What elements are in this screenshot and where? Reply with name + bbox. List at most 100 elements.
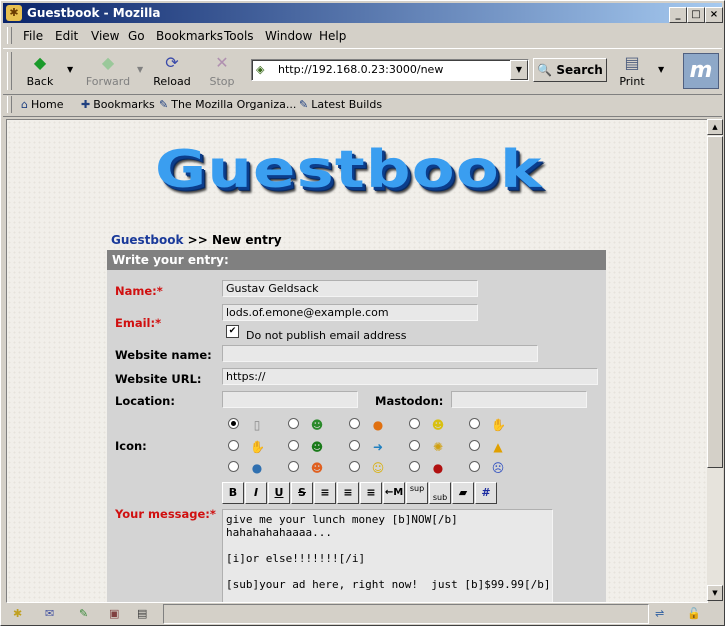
red-ball-icon: ●	[432, 461, 444, 475]
bookmark-latest-builds[interactable]: ✎ Latest Builds	[299, 98, 382, 111]
website-url-input[interactable]	[222, 368, 598, 385]
icon-radio-warning[interactable]	[469, 440, 480, 451]
scroll-thumb[interactable]	[707, 136, 723, 468]
url-bar[interactable]: ◈ ▼	[251, 59, 529, 81]
icon-radio-surprised[interactable]	[349, 418, 360, 429]
location-label: Location:	[115, 394, 175, 408]
stop-button[interactable]: ✕ Stop	[199, 51, 245, 91]
icon-radio-angry[interactable]	[288, 440, 299, 451]
mastodon-input[interactable]	[451, 391, 587, 408]
hash-button[interactable]: #	[475, 482, 497, 504]
align-left-icon: ≡	[320, 486, 330, 499]
menu-view[interactable]: View	[91, 29, 119, 43]
menu-edit[interactable]: Edit	[55, 29, 78, 43]
reload-button[interactable]: ⟳ Reload	[149, 51, 195, 91]
breadcrumb-guestbook-link[interactable]: Guestbook	[111, 233, 183, 247]
location-input[interactable]	[222, 391, 358, 408]
subscript-button[interactable]: sub	[429, 482, 451, 504]
superscript-button[interactable]: sup	[406, 482, 428, 504]
scroll-down-icon[interactable]: ▼	[707, 585, 723, 601]
menu-tools[interactable]: Tools	[224, 29, 254, 43]
menu-help[interactable]: Help	[319, 29, 346, 43]
menu-go[interactable]: Go	[128, 29, 145, 43]
bold-button[interactable]: B	[222, 482, 244, 504]
forward-dropdown-icon[interactable]: ▼	[137, 65, 143, 74]
navigation-toolbar: ◆ Back ▼ ◆ Forward ▼ ⟳ Reload ✕ Stop ◈ ▼…	[3, 48, 722, 95]
mozilla-throbber-logo[interactable]: m	[683, 53, 719, 89]
save-button[interactable]: ▰	[452, 482, 474, 504]
close-button[interactable]: ×	[705, 7, 723, 23]
mail-icon[interactable]: ✉	[45, 607, 54, 620]
online-plug-icon[interactable]: ⇌	[655, 607, 664, 620]
menu-window[interactable]: Window	[265, 29, 312, 43]
print-button[interactable]: ▤ Print	[609, 51, 655, 91]
strike-button[interactable]: S	[291, 482, 313, 504]
search-icon: 🔍	[537, 63, 553, 77]
bookmark-home[interactable]: ⌂ Home	[21, 98, 63, 111]
menu-bookmarks[interactable]: Bookmarks	[156, 29, 223, 43]
chat-icon[interactable]: ▣	[109, 607, 119, 620]
italic-button[interactable]: I	[245, 482, 267, 504]
blank-page-icon: ▯	[253, 418, 261, 432]
page-content: Guestbook Guestbook >> New entry Write y…	[6, 119, 708, 603]
icon-radio-sad[interactable]	[469, 461, 480, 472]
bookmarks-icon: ✚	[81, 98, 91, 111]
lightbulb-icon: ✺	[432, 440, 444, 454]
margin-button[interactable]: ←M	[383, 482, 405, 504]
bookmark-bookmarks[interactable]: ✚ Bookmarks	[81, 98, 155, 111]
forward-button[interactable]: ◆ Forward	[83, 51, 133, 91]
icon-radio-idea[interactable]	[409, 440, 420, 451]
name-input[interactable]	[222, 280, 478, 297]
message-label: Your message:*	[115, 507, 216, 521]
url-input[interactable]	[276, 62, 510, 77]
security-lock-icon[interactable]: 🔓	[687, 607, 701, 620]
icon-radio-question[interactable]	[228, 461, 239, 472]
menu-bar: File Edit View Go Bookmarks Tools Window…	[3, 26, 722, 46]
hide-email-checkbox[interactable]: ✔	[226, 325, 239, 338]
align-center-button[interactable]: ≡	[337, 482, 359, 504]
align-left-button[interactable]: ≡	[314, 482, 336, 504]
icon-radio-none[interactable]	[228, 418, 239, 429]
surprised-face-icon: ●	[372, 418, 384, 432]
stop-icon: ✕	[215, 53, 229, 72]
grin-face-icon: ☻	[310, 418, 324, 432]
icon-radio-grin[interactable]	[288, 418, 299, 429]
icon-radio-arrow[interactable]	[349, 440, 360, 451]
guestbook-logo: Guestbook	[155, 140, 543, 200]
url-dropdown-icon[interactable]: ▼	[510, 60, 528, 80]
print-dropdown-icon[interactable]: ▼	[658, 65, 664, 74]
website-name-input[interactable]	[222, 345, 538, 362]
email-input[interactable]	[222, 304, 478, 321]
message-textarea[interactable]: give me your lunch money [b]NOW[/b] haha…	[222, 509, 553, 602]
bookmark-mozilla-org[interactable]: ✎ The Mozilla Organiza...	[159, 98, 296, 111]
icon-radio-thumbs-down[interactable]	[469, 418, 480, 429]
icon-radio-red-ball[interactable]	[409, 461, 420, 472]
address-book-icon[interactable]: ▤	[137, 607, 147, 620]
right-arrow-icon: ➜	[372, 440, 384, 454]
website-name-label: Website name:	[115, 348, 212, 362]
underline-button[interactable]: U	[268, 482, 290, 504]
sad-face-icon: ☹	[491, 461, 505, 475]
icon-radio-mad[interactable]	[288, 461, 299, 472]
breadcrumb: Guestbook >> New entry	[111, 233, 282, 247]
back-button[interactable]: ◆ Back	[17, 51, 63, 91]
icon-radio-wink[interactable]	[409, 418, 420, 429]
icon-radio-smile[interactable]	[349, 461, 360, 472]
align-right-button[interactable]: ≡	[360, 482, 382, 504]
maximize-button[interactable]: □	[687, 7, 705, 23]
scroll-up-icon[interactable]: ▲	[707, 119, 723, 135]
minimize-button[interactable]: _	[669, 7, 687, 23]
vertical-scrollbar[interactable]: ▲ ▼	[707, 119, 723, 601]
composer-icon[interactable]: ✎	[79, 607, 88, 620]
search-button[interactable]: 🔍 Search	[533, 58, 607, 82]
icon-radio-thumbs-up[interactable]	[228, 440, 239, 451]
window-title: Guestbook - Mozilla	[27, 6, 161, 20]
back-dropdown-icon[interactable]: ▼	[67, 65, 73, 74]
navigator-icon[interactable]: ✱	[13, 607, 22, 620]
menu-file[interactable]: File	[23, 29, 43, 43]
icon-label: Icon:	[115, 439, 147, 453]
floppy-icon: ▰	[458, 486, 468, 499]
forward-arrow-icon: ◆	[101, 53, 115, 72]
email-label: Email:*	[115, 316, 162, 330]
align-right-icon: ≡	[366, 486, 376, 499]
